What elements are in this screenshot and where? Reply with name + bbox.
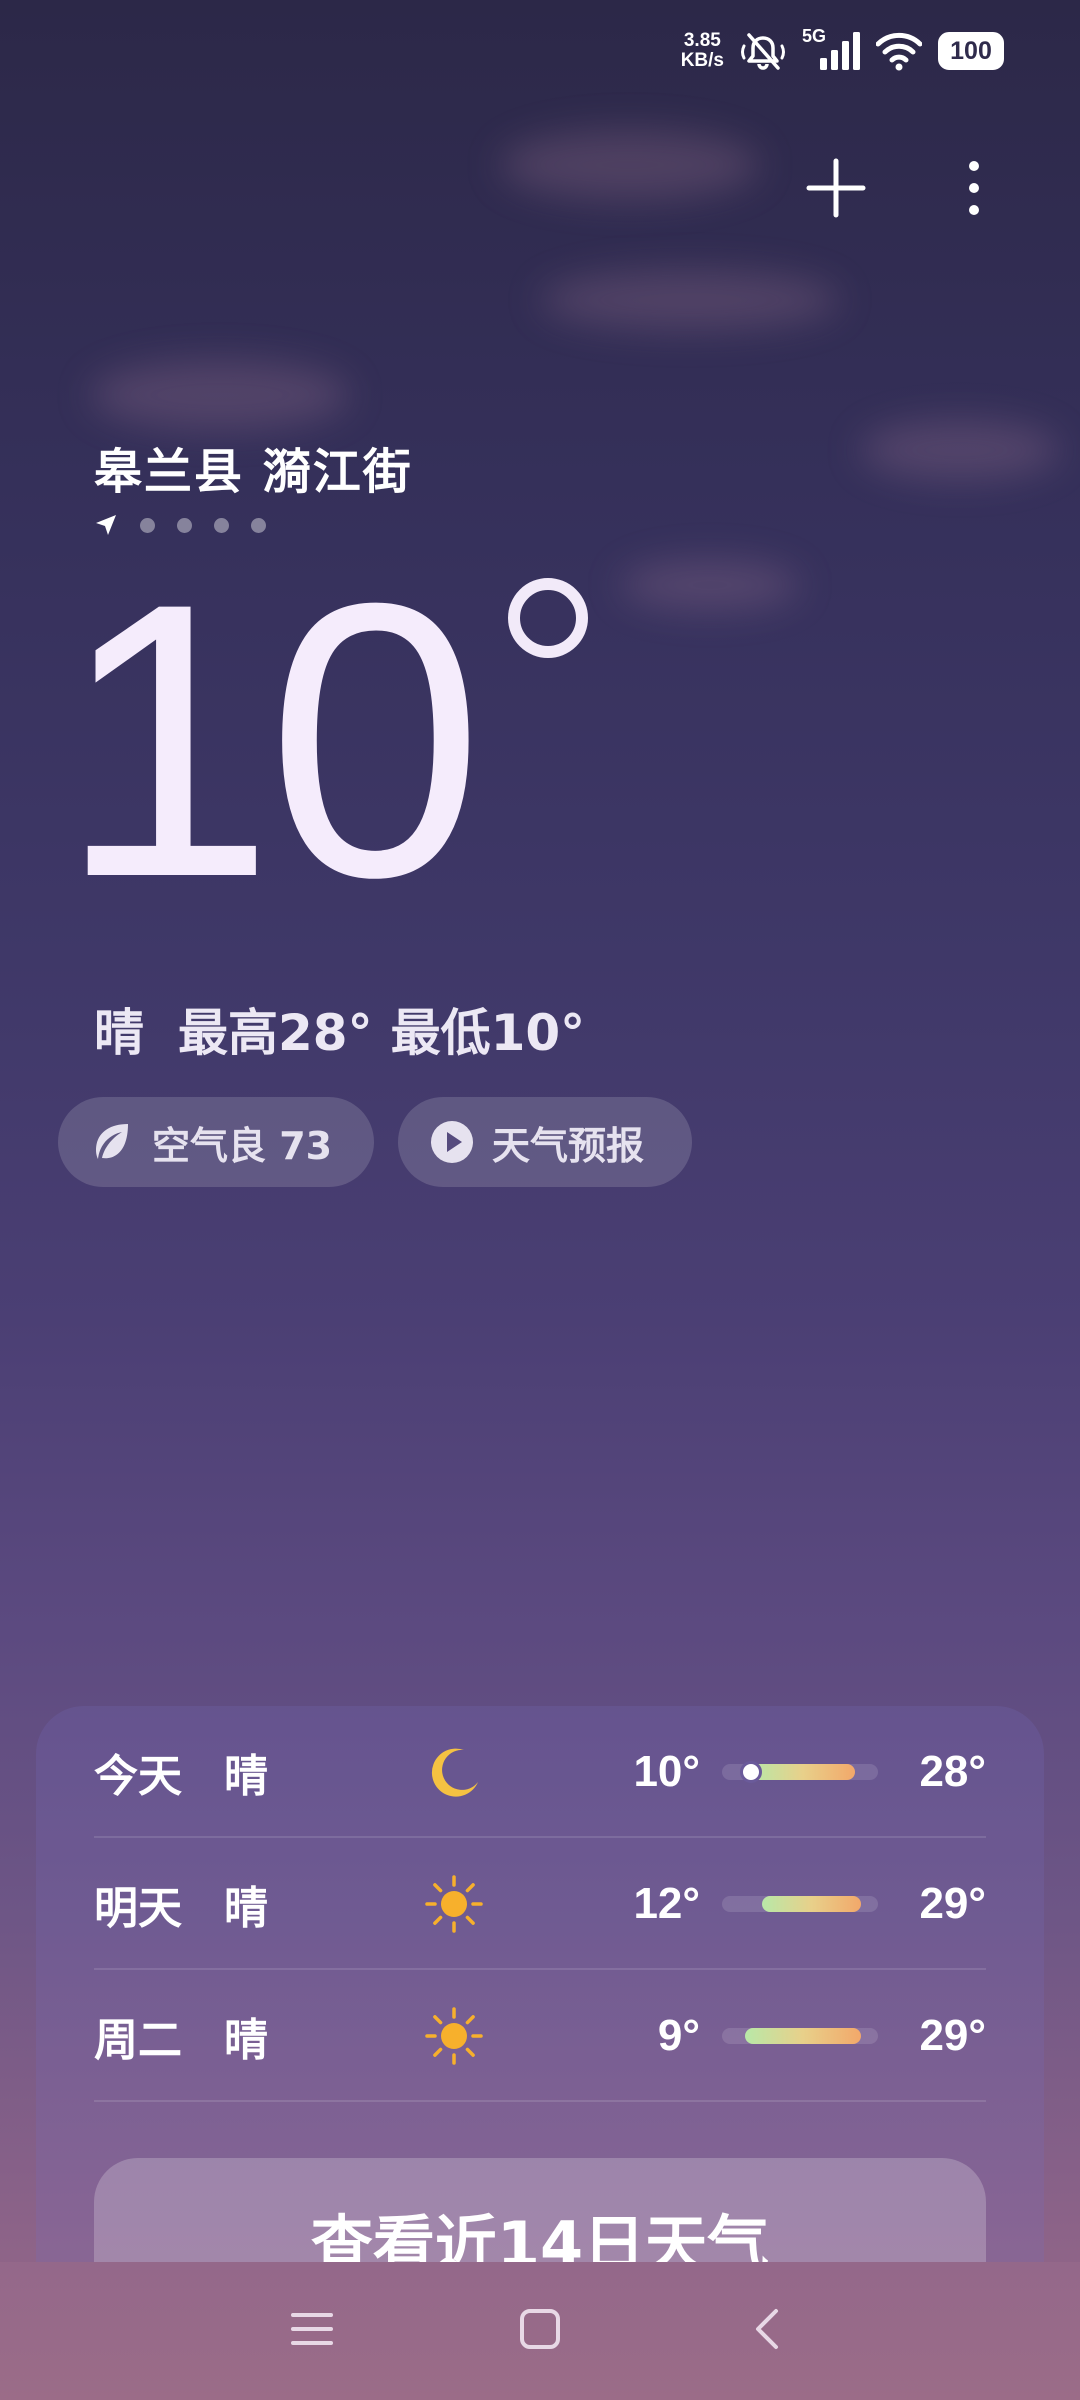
plus-icon [806,158,866,218]
menu-icon [291,2313,333,2345]
signal-icon: 5G [802,26,860,72]
home-icon [520,2309,560,2349]
high-temperature: 最高28° [178,1004,373,1062]
network-speed-value: 3.85 [683,30,721,51]
forecast-low: 9° [657,2011,700,2060]
air-quality-pill[interactable]: 空气良 73 [58,1097,374,1187]
background-cloud [620,560,800,610]
forecast-day: 明天 [94,1883,182,1934]
forecast-condition: 晴 [224,2015,268,2066]
forecast-condition: 晴 [224,1751,268,1802]
temperature-range-fill [750,1764,855,1780]
air-quality-label: 空气良 73 [152,1123,333,1168]
forecast-low: 12° [633,1879,700,1928]
forecast-high: 28° [919,1747,986,1796]
status-bar: 3.85 KB/s 5G 100 [0,0,1080,110]
home-button[interactable] [500,2294,580,2364]
current-condition: 晴 [94,1004,144,1062]
temperature-range-fill [762,1896,861,1912]
sun-icon [424,2006,484,2066]
leaf-icon [96,1124,128,1159]
low-temperature: 最低10° [390,1004,586,1062]
location-name[interactable]: 皋兰县 漪江街 [94,432,413,502]
navigation-bar [0,2262,1080,2400]
current-temperature-marker [739,1761,762,1783]
weather-forecast-video-pill[interactable]: 天气预报 [398,1097,692,1187]
temperature-range-bar [722,2028,878,2044]
add-city-button[interactable] [796,148,876,228]
battery-icon: 100 [938,32,1004,70]
forecast-row[interactable]: 明天晴 12° 29° [94,1838,986,1970]
back-icon [756,2309,778,2349]
current-temperature: 10 [58,522,484,958]
forecast-row[interactable]: 今天晴 10° 28° [94,1706,986,1838]
more-vertical-icon [969,161,979,215]
forecast-low: 10° [633,1747,700,1796]
mute-icon [741,33,785,70]
play-circle-icon [431,1121,473,1163]
temperature-range-fill [745,2028,861,2044]
background-cloud [860,420,1060,480]
background-cloud [540,270,840,330]
forecast-condition: 晴 [224,1883,268,1934]
forecast-row[interactable]: 周二晴 9° 29° [94,1970,986,2102]
forecast-video-label: 天气预报 [492,1123,645,1168]
temperature-range-bar [722,1896,878,1912]
network-speed: 3.85 KB/s [681,31,724,71]
forecast-day: 今天 [94,1751,182,1802]
status-icons: 3.85 KB/s 5G 100 [681,26,1004,72]
forecast-high: 29° [919,2011,986,2060]
condition-summary: 晴 最高28° 最低10° [94,993,585,1065]
network-speed-unit: KB/s [680,50,724,71]
degree-symbol [508,578,588,658]
sun-icon [424,1874,484,1934]
row-divider [94,2100,986,2102]
wifi-icon [876,32,922,71]
back-button[interactable] [728,2294,808,2364]
moon-icon [424,1742,484,1802]
forecast-day: 周二 [94,2015,182,2066]
temperature-range-bar [722,1761,878,1783]
forecast-high: 29° [919,1879,986,1928]
recent-apps-button[interactable] [272,2294,352,2364]
background-cloud [90,360,350,430]
more-options-button[interactable] [934,148,1014,228]
background-cloud [500,130,760,200]
